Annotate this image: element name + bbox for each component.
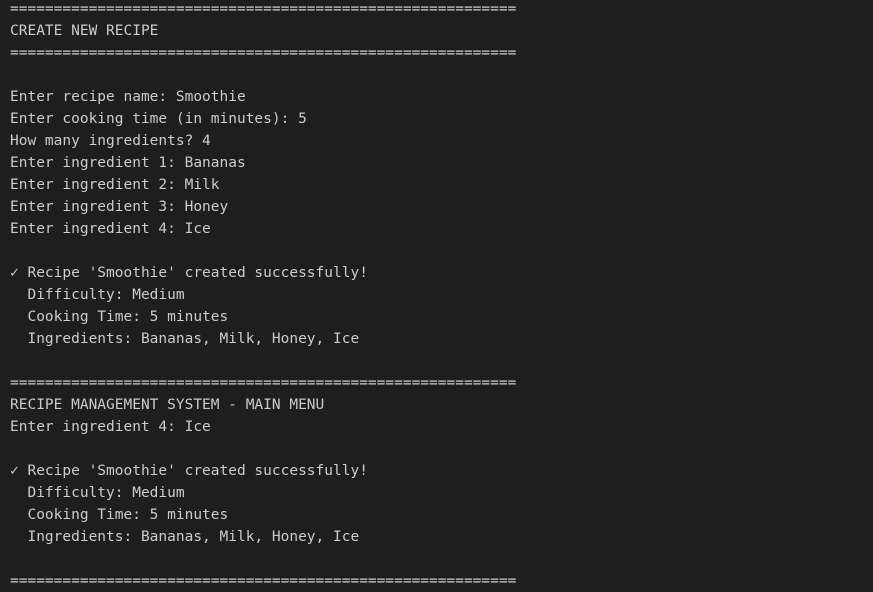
separator-line: ========================================… [10,375,517,391]
recipe-difficulty: Difficulty: Medium [10,485,185,501]
terminal-output[interactable]: ========================================… [0,0,873,589]
section-title-main-menu: RECIPE MANAGEMENT SYSTEM - MAIN MENU [10,397,325,413]
prompt-ingredient-4: Enter ingredient 4: Ice [10,419,211,435]
separator-line: ========================================… [10,1,517,17]
recipe-ingredients: Ingredients: Bananas, Milk, Honey, Ice [10,529,360,545]
recipe-cooking-time: Cooking Time: 5 minutes [10,309,229,325]
prompt-ingredient-4: Enter ingredient 4: Ice [10,221,211,237]
prompt-ingredient-count: How many ingredients? 4 [10,133,211,149]
prompt-ingredient-2: Enter ingredient 2: Milk [10,177,220,193]
prompt-cooking-time: Enter cooking time (in minutes): 5 [10,111,307,127]
recipe-cooking-time: Cooking Time: 5 minutes [10,507,229,523]
prompt-recipe-name: Enter recipe name: Smoothie [10,89,246,105]
success-message: ✓ Recipe 'Smoothie' created successfully… [10,463,368,479]
recipe-difficulty: Difficulty: Medium [10,287,185,303]
prompt-ingredient-1: Enter ingredient 1: Bananas [10,155,246,171]
separator-line: ========================================… [10,573,517,589]
prompt-ingredient-3: Enter ingredient 3: Honey [10,199,229,215]
success-message: ✓ Recipe 'Smoothie' created successfully… [10,265,368,281]
separator-line: ========================================… [10,45,517,61]
section-title-create-recipe: CREATE NEW RECIPE [10,23,159,39]
recipe-ingredients: Ingredients: Bananas, Milk, Honey, Ice [10,331,360,347]
